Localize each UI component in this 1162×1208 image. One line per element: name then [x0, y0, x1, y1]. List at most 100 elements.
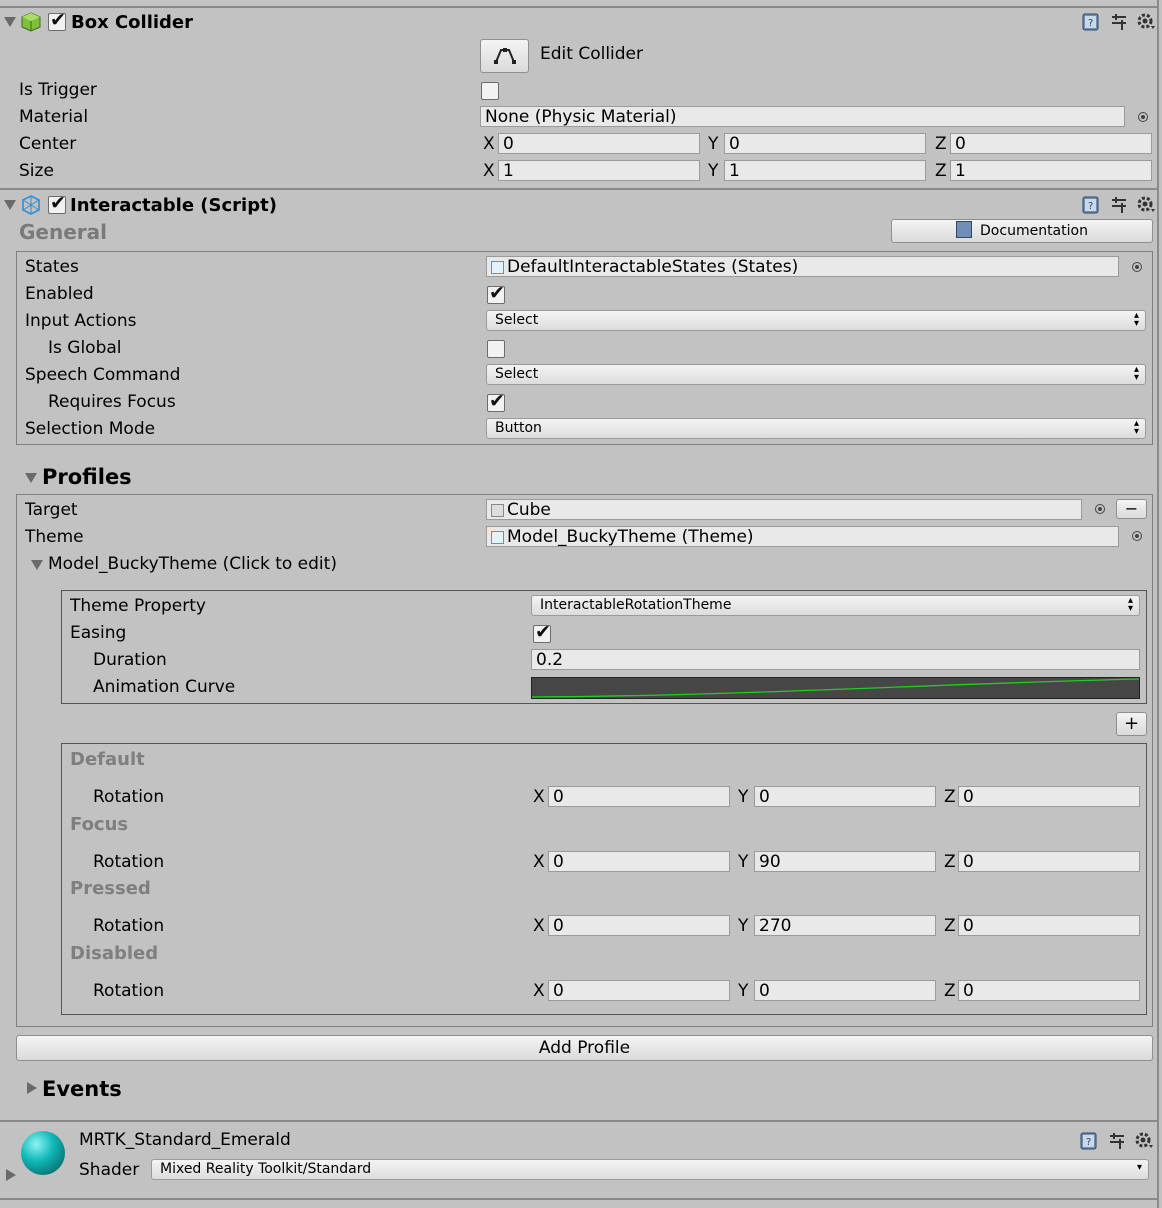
easing-checkbox[interactable]: [533, 621, 551, 643]
animation-curve-label: Animation Curve: [93, 677, 236, 697]
general-section-title: General: [19, 220, 107, 244]
states-asset-icon: [491, 261, 504, 274]
center-x-field[interactable]: 0: [498, 133, 700, 154]
theme-value: Model_BuckyTheme (Theme): [507, 527, 754, 547]
presets-sliders-icon[interactable]: [1110, 196, 1127, 213]
documentation-button[interactable]: Documentation: [891, 219, 1153, 243]
is-global-label: Is Global: [48, 338, 122, 358]
duration-field[interactable]: 0.2: [531, 649, 1140, 670]
shader-dropdown[interactable]: Mixed Reality Toolkit/Standard ▾: [151, 1159, 1149, 1180]
animation-curve-line: [531, 678, 1140, 698]
object-picker-target-icon[interactable]: [1138, 112, 1148, 122]
add-profile-button[interactable]: Add Profile: [16, 1035, 1153, 1061]
presets-sliders-icon[interactable]: [1108, 1132, 1125, 1149]
rotation-x-axis-label: X: [533, 787, 545, 807]
interactable-enabled-checkbox[interactable]: [48, 192, 66, 214]
input-actions-dropdown[interactable]: Select ▴ ▾: [486, 310, 1146, 331]
rotation-y-field[interactable]: 270: [754, 915, 936, 936]
size-x-field[interactable]: 1: [498, 160, 700, 181]
size-y-field[interactable]: 1: [724, 160, 926, 181]
remove-profile-button[interactable]: −: [1116, 499, 1147, 519]
rotation-z-field[interactable]: 0: [958, 851, 1140, 872]
requires-focus-label: Requires Focus: [48, 392, 176, 412]
dropdown-arrow-icon: ▴ ▾: [1133, 418, 1139, 437]
is-trigger-checkbox[interactable]: [481, 82, 499, 100]
rotation-y-field[interactable]: 90: [754, 851, 936, 872]
target-value: Cube: [507, 500, 551, 520]
documentation-label: Documentation: [980, 223, 1088, 239]
profiles-foldout-arrow[interactable]: [25, 473, 37, 483]
rotation-z-axis-label: Z: [944, 852, 956, 872]
object-picker-target-icon[interactable]: [1132, 262, 1142, 272]
gear-icon[interactable]: [1136, 195, 1155, 212]
add-theme-property-button[interactable]: +: [1116, 712, 1147, 736]
target-field[interactable]: Cube: [486, 499, 1082, 520]
profiles-section-title: Profiles: [42, 465, 132, 489]
material-field[interactable]: None (Physic Material): [480, 106, 1125, 127]
gear-icon[interactable]: [1134, 1131, 1153, 1148]
help-book-icon[interactable]: ?: [1080, 1132, 1097, 1150]
speech-command-dropdown[interactable]: Select ▴ ▾: [486, 364, 1146, 385]
duration-label: Duration: [93, 650, 167, 670]
states-label: States: [25, 257, 79, 277]
material-foldout-arrow[interactable]: [6, 1169, 16, 1181]
theme-label: Theme: [25, 527, 84, 547]
material-label: Material: [19, 107, 89, 127]
center-label: Center: [19, 134, 77, 154]
rotation-x-axis-label: X: [533, 852, 545, 872]
theme-field[interactable]: Model_BuckyTheme (Theme): [486, 526, 1119, 547]
rotation-x-field[interactable]: 0: [548, 980, 730, 1001]
selection-mode-dropdown[interactable]: Button ▴ ▾: [486, 418, 1146, 439]
requires-focus-checkbox[interactable]: [487, 390, 505, 412]
rotation-y-axis-label: Y: [738, 981, 749, 1001]
size-label: Size: [19, 161, 54, 181]
rotation-x-axis-label: X: [533, 981, 545, 1001]
events-foldout-arrow[interactable]: [27, 1082, 37, 1094]
size-z-field[interactable]: 1: [950, 160, 1152, 181]
rotation-y-field[interactable]: 0: [754, 980, 936, 1001]
rotation-z-field[interactable]: 0: [958, 786, 1140, 807]
material-sphere-icon: [21, 1131, 65, 1175]
center-z-field[interactable]: 0: [950, 133, 1152, 154]
rotation-x-field[interactable]: 0: [548, 915, 730, 936]
box-collider-enabled-checkbox[interactable]: [48, 9, 66, 31]
object-picker-target-icon[interactable]: [1095, 504, 1105, 514]
object-picker-target-icon[interactable]: [1132, 531, 1142, 541]
rotation-y-axis-label: Y: [738, 852, 749, 872]
rotation-z-field[interactable]: 0: [958, 915, 1140, 936]
svg-text:?: ?: [1088, 201, 1093, 212]
box-collider-foldout-arrow[interactable]: [4, 17, 16, 27]
edit-collider-icon: [493, 48, 516, 64]
edit-collider-button[interactable]: [480, 39, 529, 73]
state-rotation-label: Rotation: [93, 787, 165, 807]
gear-icon[interactable]: [1136, 12, 1155, 29]
help-book-icon[interactable]: ?: [1082, 196, 1099, 214]
rotation-x-field[interactable]: 0: [548, 851, 730, 872]
interactable-foldout-arrow[interactable]: [4, 200, 16, 210]
theme-property-value: InteractableRotationTheme: [540, 597, 732, 613]
animation-curve-field[interactable]: [531, 677, 1140, 699]
shader-value: Mixed Reality Toolkit/Standard: [160, 1161, 372, 1177]
center-y-field[interactable]: 0: [724, 133, 926, 154]
dropdown-arrow-icon: ▴ ▾: [1133, 364, 1139, 383]
state-rotation-label: Rotation: [93, 981, 165, 1001]
documentation-book-icon: [956, 221, 973, 238]
size-x-axis-label: X: [483, 161, 495, 181]
presets-sliders-icon[interactable]: [1110, 13, 1127, 30]
rotation-z-axis-label: Z: [944, 981, 956, 1001]
states-field[interactable]: DefaultInteractableStates (States): [486, 256, 1119, 277]
theme-property-dropdown[interactable]: InteractableRotationTheme ▴ ▾: [531, 595, 1140, 616]
rotation-y-axis-label: Y: [738, 916, 749, 936]
cube-mesh-icon: [491, 504, 504, 517]
state-pressed-title: Pressed: [70, 878, 151, 899]
enabled-checkbox[interactable]: [487, 282, 505, 304]
is-global-checkbox[interactable]: [487, 340, 505, 358]
rotation-x-field[interactable]: 0: [548, 786, 730, 807]
theme-foldout-arrow[interactable]: [31, 560, 43, 570]
rotation-z-axis-label: Z: [944, 916, 956, 936]
help-book-icon[interactable]: ?: [1082, 13, 1099, 31]
rotation-z-field[interactable]: 0: [958, 980, 1140, 1001]
theme-foldout-label[interactable]: Model_BuckyTheme (Click to edit): [48, 554, 337, 574]
theme-states-box: [61, 743, 1147, 1015]
rotation-y-field[interactable]: 0: [754, 786, 936, 807]
